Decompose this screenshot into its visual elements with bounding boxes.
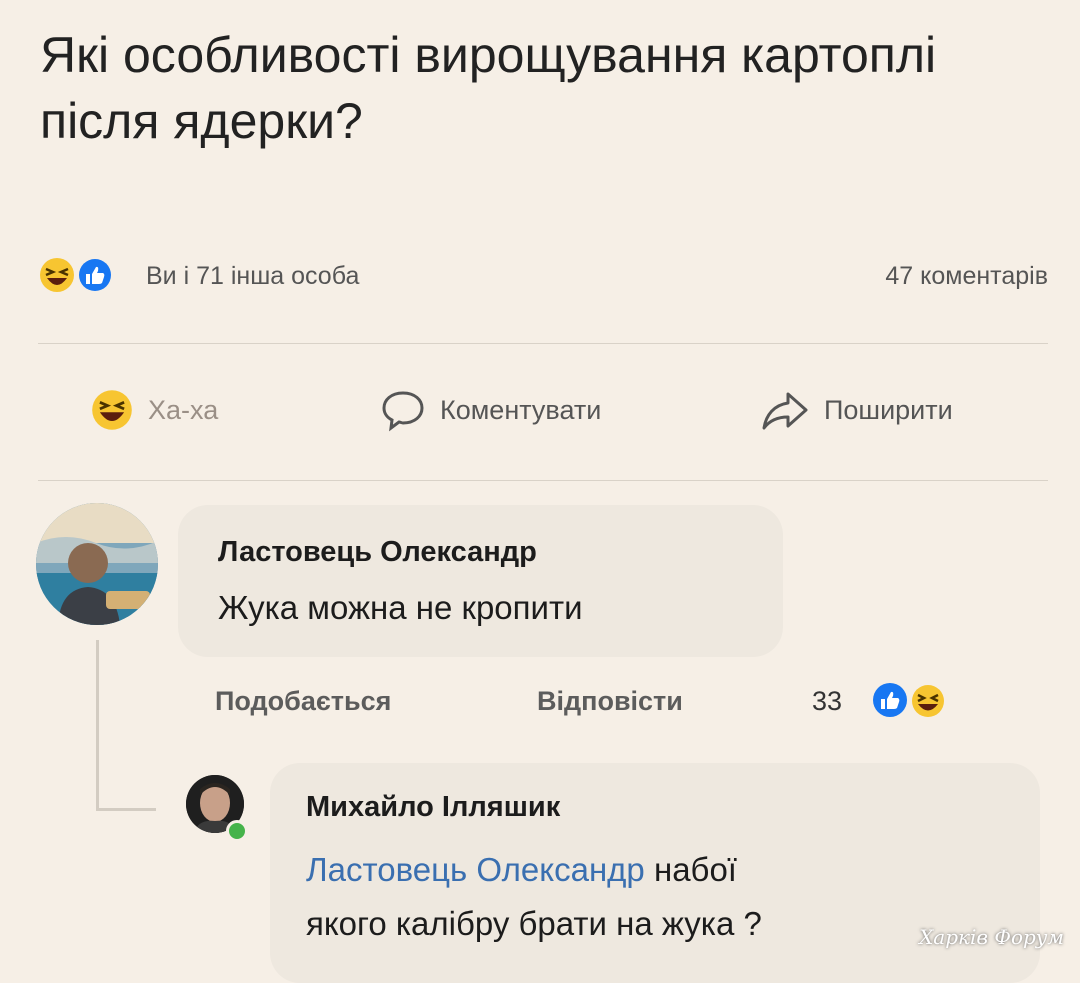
like-comment-button[interactable]: Подобається	[215, 686, 391, 717]
comment-bubble: Ластовець Олександр Жука можна не кропит…	[178, 505, 783, 657]
comment-reaction-count[interactable]: 33	[812, 686, 842, 717]
thread-line	[96, 808, 156, 811]
comment-meta: Подобається Відповісти 33	[215, 680, 1015, 722]
post-title: Які особливості вирощування картоплі піс…	[40, 27, 937, 149]
like-thumb-icon	[873, 683, 907, 717]
thread-line	[96, 640, 99, 810]
haha-emoji-icon	[92, 390, 132, 430]
reply-text-line2: якого калібру брати на жука ?	[306, 905, 762, 942]
reply-comment-button[interactable]: Відповісти	[537, 686, 683, 717]
speech-bubble-icon	[382, 391, 424, 432]
watermark: Харків Форум	[919, 925, 1064, 949]
like-thumb-icon	[77, 257, 113, 293]
mention-link[interactable]: Ластовець Олександр	[306, 851, 645, 888]
online-status-indicator	[226, 820, 248, 842]
reaction-icons	[40, 257, 113, 293]
share-button[interactable]: Поширити	[760, 387, 953, 433]
reply-author[interactable]: Михайло Ілляшик	[306, 791, 560, 824]
reactions-bar[interactable]: Ви і 71 інша особа 47 коментарів	[38, 252, 1048, 296]
comment-reactions[interactable]	[870, 680, 970, 720]
reply-text: Ластовець Олександр набої якого калібру …	[306, 843, 1006, 951]
divider	[38, 480, 1048, 481]
post-actions: Ха-ха Коментувати Поширити	[38, 375, 1048, 445]
haha-emoji-icon	[910, 683, 946, 719]
comments-count[interactable]: 47 коментарів	[885, 262, 1048, 291]
comment-author[interactable]: Ластовець Олександр	[218, 536, 537, 569]
reactions-summary[interactable]: Ви і 71 інша особа	[146, 262, 359, 291]
haha-label: Ха-ха	[148, 394, 219, 425]
share-arrow-icon	[762, 392, 808, 430]
avatar-photo	[36, 503, 158, 625]
haha-button[interactable]: Ха-ха	[90, 387, 218, 433]
share-label: Поширити	[824, 394, 953, 425]
haha-emoji-icon	[40, 258, 74, 292]
reply-bubble: Михайло Ілляшик Ластовець Олександр набо…	[270, 763, 1040, 983]
divider	[38, 343, 1048, 344]
comment-text: Жука можна не кропити	[218, 589, 583, 626]
avatar[interactable]	[36, 503, 158, 625]
comment-button[interactable]: Коментувати	[380, 387, 601, 433]
reply-text-part: набої	[644, 851, 737, 888]
comment-label: Коментувати	[440, 394, 602, 425]
